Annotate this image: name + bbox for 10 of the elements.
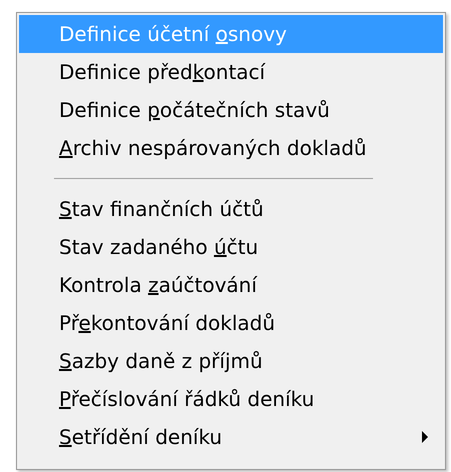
menu-item[interactable]: Stav finančních účtů [19,190,443,228]
menu-item[interactable]: Přečíslování řádků deníku [19,380,443,418]
menu-item[interactable]: Definice předkontací [19,53,443,91]
menu-item[interactable]: Překontování dokladů [19,304,443,342]
menu-item[interactable]: Setřídění deníku [19,418,443,456]
menu-item[interactable]: Definice počátečních stavů [19,91,443,129]
menu-item[interactable]: Kontrola zaúčtování [19,266,443,304]
menu-item[interactable]: Archiv nespárovaných dokladů [19,129,443,167]
menu-item[interactable]: Stav zadaného účtu [19,228,443,266]
menu-item[interactable]: Sazby daně z příjmů [19,342,443,380]
